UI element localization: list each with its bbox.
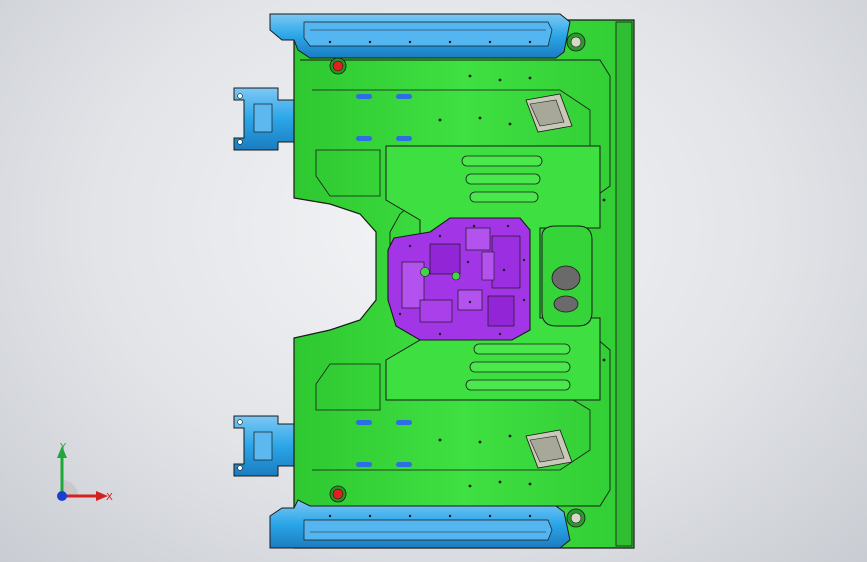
center-insert[interactable] [387, 217, 531, 341]
graphics-viewport[interactable]: Y X [0, 0, 867, 562]
slide-rail-bottom[interactable] [269, 499, 571, 549]
slide-rail-top[interactable] [269, 13, 571, 59]
side-bracket-bottom[interactable] [233, 415, 297, 477]
x-axis-label: X [106, 492, 113, 503]
y-axis-label: Y [59, 442, 67, 453]
orientation-triad[interactable]: Y X [40, 436, 120, 516]
mold-model-view[interactable] [0, 0, 867, 562]
z-axis-dot-icon [57, 491, 67, 501]
side-bracket-top[interactable] [233, 87, 297, 151]
